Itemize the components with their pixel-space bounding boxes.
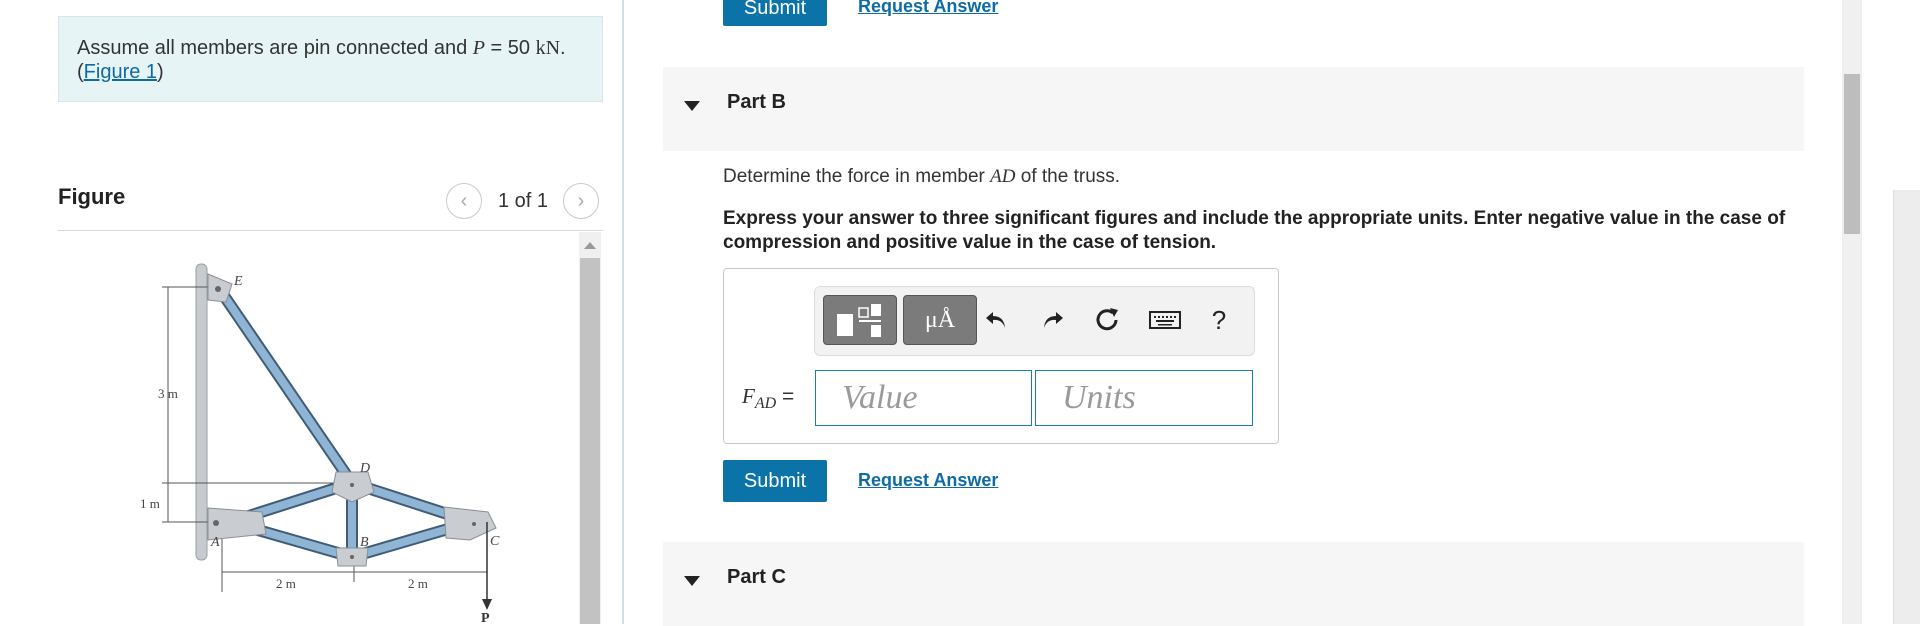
collapse-triangle-icon — [684, 101, 700, 111]
answer-label-eq: = — [776, 385, 795, 408]
value-input[interactable]: Value — [815, 370, 1032, 426]
part-c-label: Part C — [727, 566, 786, 588]
joint-d — [331, 471, 375, 503]
dim-1m-label: 1 m — [140, 496, 160, 511]
reset-icon — [1096, 308, 1118, 331]
label-e: E — [233, 274, 243, 289]
answer-toolbar: μÅ ? — [814, 286, 1255, 356]
figure-reference: (Figure 1) — [77, 61, 164, 84]
part-a-submit-button[interactable]: Submit — [723, 0, 827, 26]
wall-support — [195, 263, 208, 561]
problem-statement: Assume all members are pin connected and… — [58, 16, 603, 102]
problem-unit: kN — [535, 37, 561, 59]
answer-label-sub: AD — [754, 395, 777, 413]
problem-text-prefix: Assume all members are pin connected and — [77, 37, 473, 59]
part-a-request-answer-link[interactable]: Request Answer — [858, 0, 998, 17]
part-b-request-answer-link[interactable]: Request Answer — [858, 470, 998, 491]
help-icon[interactable]: ? — [1204, 305, 1234, 335]
question-prefix: Determine the force in member — [723, 166, 991, 187]
label-d: D — [359, 461, 370, 476]
chevron-left-icon: ‹ — [460, 189, 468, 212]
page-scrollbar[interactable] — [1842, 0, 1862, 624]
units-button[interactable]: μÅ — [903, 295, 977, 345]
label-a: A — [210, 535, 220, 550]
part-c-header[interactable]: Part C — [663, 542, 1804, 626]
open-paren: ( — [77, 61, 84, 83]
chevron-right-icon: › — [577, 189, 585, 212]
label-p: P — [481, 611, 490, 624]
figure-counter: 1 of 1 — [498, 190, 549, 212]
part-b-question: Determine the force in member AD of the … — [723, 166, 1120, 188]
keyboard-icon — [1149, 311, 1181, 329]
figure-title: Figure — [58, 184, 126, 209]
part-b-label: Part B — [727, 91, 786, 113]
label-c: C — [490, 534, 500, 549]
right-edge-panel — [1893, 190, 1920, 624]
figure-divider — [58, 230, 603, 231]
next-figure-button[interactable]: › — [563, 183, 599, 219]
answer-label: FAD = — [742, 384, 794, 413]
templates-button[interactable] — [823, 295, 897, 345]
dim-2m-right-label: 2 m — [408, 576, 428, 591]
units-input[interactable]: Units — [1035, 370, 1253, 426]
reset-button[interactable] — [1092, 305, 1122, 335]
answer-label-f: F — [742, 384, 755, 408]
figure-scroll-thumb[interactable] — [580, 258, 600, 624]
part-b-instructions: Express your answer to three significant… — [723, 208, 1786, 253]
previous-figure-button[interactable]: ‹ — [446, 183, 482, 219]
problem-equals: = 50 — [484, 37, 536, 59]
load-arrowhead — [482, 599, 492, 610]
problem-text: Assume all members are pin connected and… — [77, 37, 566, 60]
undo-icon — [986, 312, 1005, 328]
part-b-header[interactable]: Part B — [663, 67, 1804, 151]
collapse-triangle-icon — [684, 576, 700, 586]
label-b: B — [360, 535, 369, 550]
problem-period: . — [560, 37, 566, 59]
problem-var-p: P — [472, 37, 485, 59]
undo-button[interactable] — [982, 305, 1012, 335]
joint-c — [443, 506, 497, 541]
question-suffix: of the truss. — [1015, 166, 1121, 187]
dim-3m-label: 3 m — [158, 386, 178, 401]
units-placeholder: Units — [1062, 379, 1136, 416]
dim-2m-left-label: 2 m — [276, 576, 296, 591]
figure-scrollbar[interactable] — [579, 232, 601, 624]
value-placeholder: Value — [842, 379, 918, 416]
truss-figure: E D B A C P 3 m 1 m 2 m 2 m — [140, 263, 500, 624]
redo-icon — [1044, 312, 1063, 328]
redo-button[interactable] — [1037, 305, 1067, 335]
figure-1-link[interactable]: Figure 1 — [84, 61, 157, 83]
part-b-submit-button[interactable]: Submit — [723, 460, 827, 502]
close-paren: ) — [157, 61, 164, 83]
page-scroll-thumb[interactable] — [1844, 74, 1860, 234]
pane-divider[interactable] — [622, 0, 624, 624]
left-pane: Assume all members are pin connected and… — [0, 0, 622, 624]
scroll-up-arrow-icon[interactable] — [584, 242, 596, 249]
templates-icon — [837, 304, 881, 337]
question-var: AD — [990, 166, 1016, 187]
keyboard-button[interactable] — [1147, 305, 1183, 335]
